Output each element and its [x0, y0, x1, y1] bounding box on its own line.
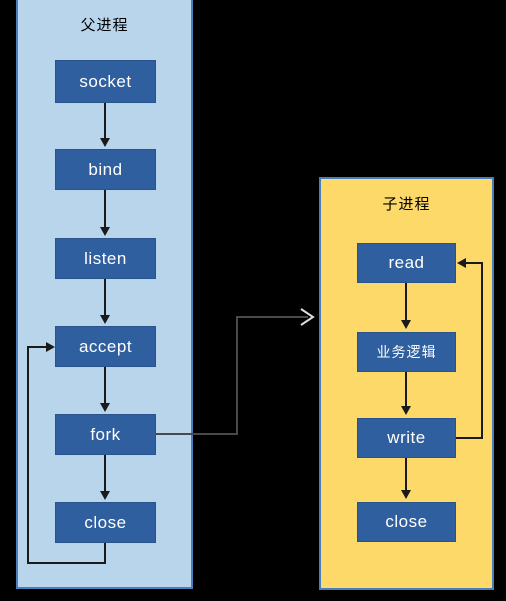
node-read-label: read — [388, 253, 425, 272]
node-business-logic[interactable]: 业务逻辑 — [357, 332, 456, 372]
node-accept-label: accept — [78, 336, 133, 356]
child-process-title: 子进程 — [382, 195, 431, 213]
node-listen[interactable]: listen — [55, 238, 156, 279]
edge-logic-write-line — [405, 372, 407, 406]
edge-fork-close-line — [104, 455, 106, 491]
edge-close-accept-left — [27, 346, 29, 564]
edge-close-accept-arrow — [46, 342, 55, 352]
edge-write-read-right — [456, 437, 483, 439]
edge-accept-fork-line — [104, 367, 106, 403]
node-child-close[interactable]: close — [357, 502, 456, 542]
edge-write-read-arrow — [457, 258, 466, 268]
node-business-logic-label: 业务逻辑 — [376, 345, 437, 361]
edge-bind-listen-line — [104, 190, 106, 227]
edge-close-accept-down — [104, 543, 106, 564]
edge-close-accept-bottom — [27, 562, 106, 564]
node-accept[interactable]: accept — [55, 326, 156, 367]
node-fork-label: fork — [90, 424, 121, 444]
node-child-close-label: close — [385, 512, 428, 531]
node-socket[interactable]: socket — [55, 60, 156, 103]
diagram-canvas: 父进程 socket bind listen accept fork close — [0, 0, 506, 601]
parent-process-title: 父进程 — [80, 16, 129, 34]
edge-read-logic-arrow — [401, 320, 411, 329]
edge-write-read-top — [465, 262, 483, 264]
edge-listen-accept-arrow — [100, 315, 110, 324]
node-bind[interactable]: bind — [55, 149, 156, 190]
edge-write-read-riser — [481, 262, 483, 439]
node-write[interactable]: write — [357, 418, 456, 458]
edge-write-close-arrow — [401, 490, 411, 499]
node-bind-label: bind — [88, 159, 123, 179]
edge-read-logic-line — [405, 283, 407, 320]
node-socket-label: socket — [79, 71, 132, 91]
edge-fork-child-to-panel — [236, 316, 308, 318]
edge-listen-accept-line — [104, 279, 106, 315]
edge-write-close-line — [405, 458, 407, 490]
edge-socket-bind-arrow — [100, 138, 110, 147]
node-fork[interactable]: fork — [55, 414, 156, 455]
node-write-label: write — [387, 428, 426, 447]
node-parent-close-label: close — [84, 512, 127, 532]
edge-socket-bind-line — [104, 103, 106, 139]
edge-fork-child-riser — [236, 316, 238, 435]
edge-accept-fork-arrow — [100, 403, 110, 412]
edge-fork-child-from-fork — [156, 433, 238, 435]
node-parent-close[interactable]: close — [55, 502, 156, 543]
edge-bind-listen-arrow — [100, 227, 110, 236]
node-listen-label: listen — [84, 248, 127, 268]
edge-fork-close-arrow — [100, 491, 110, 500]
edge-logic-write-arrow — [401, 406, 411, 415]
node-read[interactable]: read — [357, 243, 456, 283]
